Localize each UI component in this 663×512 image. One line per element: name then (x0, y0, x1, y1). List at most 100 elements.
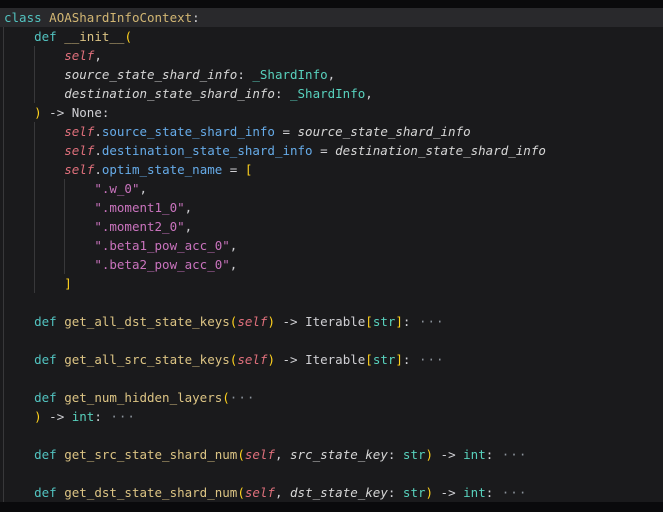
folded-code-ellipsis[interactable]: ··· (102, 409, 136, 424)
code-token (4, 29, 34, 44)
code-token: self (245, 447, 275, 462)
code-line-7[interactable]: self.source_state_shard_info = source_st… (0, 122, 663, 141)
code-token: get_src_state_shard_num (64, 447, 237, 462)
folded-code-ellipsis[interactable]: ··· (410, 352, 444, 367)
code-line-14[interactable]: ".beta2_pow_acc_0", (0, 255, 663, 274)
code-token: , (275, 485, 290, 500)
code-token: ) (426, 485, 434, 500)
code-token: -> Iterable (275, 314, 365, 329)
code-token: ".w_0" (94, 181, 139, 196)
code-token (4, 219, 94, 234)
code-token: ) (267, 352, 275, 367)
code-token: . (94, 162, 102, 177)
code-token: , (185, 219, 193, 234)
code-line-4[interactable]: source_state_shard_info: _ShardInfo, (0, 65, 663, 84)
code-token: = (275, 124, 298, 139)
code-line-15[interactable]: ] (0, 274, 663, 293)
code-token: self (64, 143, 94, 158)
code-token: , (328, 67, 336, 82)
code-line-1[interactable]: class AOAShardInfoContext: (0, 8, 663, 27)
code-token (4, 162, 64, 177)
code-token: , (185, 200, 193, 215)
code-token: ] (395, 314, 403, 329)
code-line-19[interactable]: def get_all_src_state_keys(self) -> Iter… (0, 350, 663, 369)
code-line-8[interactable]: self.destination_state_shard_info = dest… (0, 141, 663, 160)
code-line-3[interactable]: self, (0, 46, 663, 65)
code-line-17[interactable]: def get_all_dst_state_keys(self) -> Iter… (0, 312, 663, 331)
code-line-11[interactable]: ".moment1_0", (0, 198, 663, 217)
code-token: get_dst_state_shard_num (64, 485, 237, 500)
code-token: self (237, 352, 267, 367)
code-token: dst_state_key (290, 485, 388, 500)
code-token: int (463, 447, 486, 462)
code-line-16[interactable] (0, 293, 663, 312)
code-token (4, 105, 34, 120)
code-token: , (230, 238, 238, 253)
code-token: self (245, 485, 275, 500)
code-token: -> (42, 409, 72, 424)
code-line-12[interactable]: ".moment2_0", (0, 217, 663, 236)
code-token: = (313, 143, 336, 158)
code-token: src_state_key (290, 447, 388, 462)
folded-code-ellipsis[interactable]: ··· (230, 390, 256, 405)
code-token: ( (222, 390, 230, 405)
code-line-18[interactable] (0, 331, 663, 350)
code-token: self (64, 124, 94, 139)
folded-code-ellipsis[interactable]: ··· (410, 314, 444, 329)
code-token: def (34, 447, 57, 462)
code-token (4, 200, 94, 215)
code-line-24[interactable]: def get_src_state_shard_num(self, src_st… (0, 445, 663, 464)
code-line-9[interactable]: self.optim_state_name = [ (0, 160, 663, 179)
code-token: , (365, 86, 373, 101)
code-token: -> Iterable (275, 352, 365, 367)
code-line-21[interactable]: def get_num_hidden_layers(··· (0, 388, 663, 407)
code-token: __init__ (64, 29, 124, 44)
code-token: . (94, 124, 102, 139)
code-token: -> None: (42, 105, 110, 120)
code-token (4, 409, 34, 424)
code-token: self (237, 314, 267, 329)
code-line-23[interactable] (0, 426, 663, 445)
code-token: def (34, 485, 57, 500)
code-token: destination_state_shard_info (335, 143, 546, 158)
code-token (4, 352, 34, 367)
code-token: AOAShardInfoContext (49, 10, 192, 25)
code-line-20[interactable] (0, 369, 663, 388)
code-token: , (230, 257, 238, 272)
code-token: _ShardInfo (252, 67, 327, 82)
code-token: self (64, 48, 94, 63)
folded-code-ellipsis[interactable]: ··· (493, 485, 527, 500)
folded-code-ellipsis[interactable]: ··· (493, 447, 527, 462)
code-token: ) (34, 105, 42, 120)
code-line-26[interactable]: def get_dst_state_shard_num(self, dst_st… (0, 483, 663, 502)
code-line-25[interactable] (0, 464, 663, 483)
code-token: ( (237, 485, 245, 500)
editor-pane[interactable]: class AOAShardInfoContext: def __init__(… (0, 8, 663, 502)
code-token (4, 485, 34, 500)
code-token: ".beta2_pow_acc_0" (94, 257, 229, 272)
code-token: optim_state_name (102, 162, 222, 177)
code-token: ( (124, 29, 132, 44)
code-token (4, 257, 94, 272)
code-token: str (403, 485, 426, 500)
code-token: source_state_shard_info (64, 67, 237, 82)
code-token: def (34, 390, 57, 405)
code-line-13[interactable]: ".beta1_pow_acc_0", (0, 236, 663, 255)
code-token (4, 390, 34, 405)
code-editor-window: class AOAShardInfoContext: def __init__(… (0, 0, 663, 512)
code-token: ".moment1_0" (94, 200, 184, 215)
code-line-22[interactable]: ) -> int: ··· (0, 407, 663, 426)
code-line-2[interactable]: def __init__( (0, 27, 663, 46)
code-token: , (139, 181, 147, 196)
code-token: str (373, 352, 396, 367)
code-token: : (192, 10, 200, 25)
code-token (4, 86, 64, 101)
code-token: : (275, 86, 290, 101)
code-line-6[interactable]: ) -> None: (0, 103, 663, 122)
code-line-10[interactable]: ".w_0", (0, 179, 663, 198)
code-token: ) (34, 409, 42, 424)
code-token: ".moment2_0" (94, 219, 184, 234)
code-token (4, 124, 64, 139)
code-line-5[interactable]: destination_state_shard_info: _ShardInfo… (0, 84, 663, 103)
code-token (4, 48, 64, 63)
